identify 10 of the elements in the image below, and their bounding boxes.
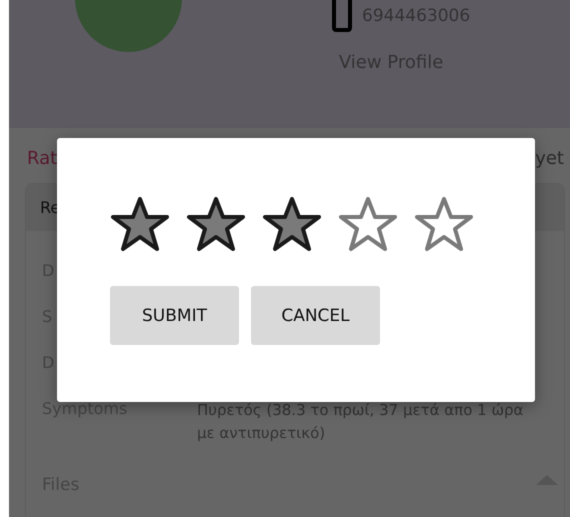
submit-button[interactable]: SUBMIT <box>110 286 239 345</box>
cancel-button[interactable]: CANCEL <box>251 286 380 345</box>
empty-star-icon[interactable] <box>338 196 398 252</box>
filled-star-icon[interactable] <box>186 196 246 252</box>
phone-icon <box>332 0 352 34</box>
empty-star-icon[interactable] <box>414 196 474 252</box>
filled-star-icon[interactable] <box>110 196 170 252</box>
section-label: Rat <box>27 148 58 169</box>
filled-star-icon[interactable] <box>262 196 322 252</box>
section-label: yet <box>535 148 564 169</box>
